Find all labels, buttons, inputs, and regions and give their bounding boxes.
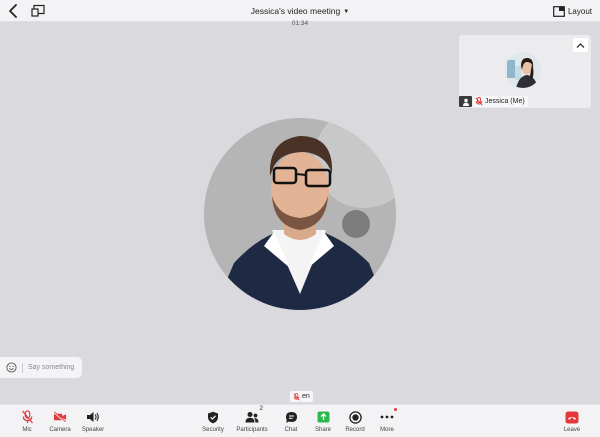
collapse-thumbnail-button[interactable] [573,38,588,52]
share-icon [316,410,330,424]
share-label: Share [314,427,331,433]
leave-button[interactable]: Leave [550,410,594,433]
language-code: en [302,393,310,400]
leave-label: Leave [563,427,581,433]
shield-icon [206,410,220,424]
main-participant-video[interactable] [204,118,396,310]
record-icon [348,410,362,424]
self-avatar [505,52,541,88]
self-portrait [505,52,541,88]
language-indicator[interactable]: en [290,391,313,402]
leave-icon [565,410,579,424]
chat-label: Chat [284,427,298,433]
record-label: Record [345,427,365,433]
top-bar: Jessica's video meeting ▼ 01:34 Layout [0,0,600,27]
input-divider [22,362,23,373]
layout-icon [553,5,565,17]
person-icon [459,96,472,107]
layout-label: Layout [567,6,592,16]
meeting-title[interactable]: Jessica's video meeting ▼ [251,6,349,16]
camera-off-icon [53,410,67,424]
caret-down-icon: ▼ [343,9,350,15]
meeting-timer: 01:34 [291,20,309,27]
meeting-title-text: Jessica's video meeting [250,6,341,16]
more-button[interactable]: More [365,408,409,433]
emoji-icon[interactable] [6,362,17,373]
self-name-tag: Jessica (Me) [459,96,528,107]
participants-label: Participants [236,427,268,433]
speaker-icon [86,410,100,424]
chat-icon [284,410,298,424]
mic-muted-icon [475,97,483,106]
self-name: Jessica (Me) [485,98,525,105]
camera-label: Camera [49,427,71,433]
say-something-input[interactable]: Say something [0,357,82,378]
title-area: Jessica's video meeting ▼ 01:34 [0,1,600,27]
participants-count: 2 [259,406,263,412]
notification-dot [394,408,397,411]
participants-icon: 2 [245,406,263,424]
security-button[interactable]: Security [191,410,235,433]
self-view-thumbnail[interactable]: Jessica (Me) [459,35,591,108]
participants-button[interactable]: 2 Participants [230,406,274,433]
mic-label: Mic [22,427,32,433]
security-label: Security [202,427,224,433]
chevron-up-icon [576,42,585,48]
more-icon [380,408,397,424]
say-something-placeholder: Say something [28,364,75,371]
speaker-label: Speaker [81,427,105,433]
layout-button[interactable]: Layout [553,4,592,18]
mic-muted-icon [293,392,300,400]
mic-muted-icon [20,410,34,424]
bottom-toolbar: Mic Camera Speaker Security 2 Participan… [0,404,600,437]
speaker-button[interactable]: Speaker [71,410,115,433]
participant-portrait [204,118,396,310]
more-label: More [380,427,394,433]
